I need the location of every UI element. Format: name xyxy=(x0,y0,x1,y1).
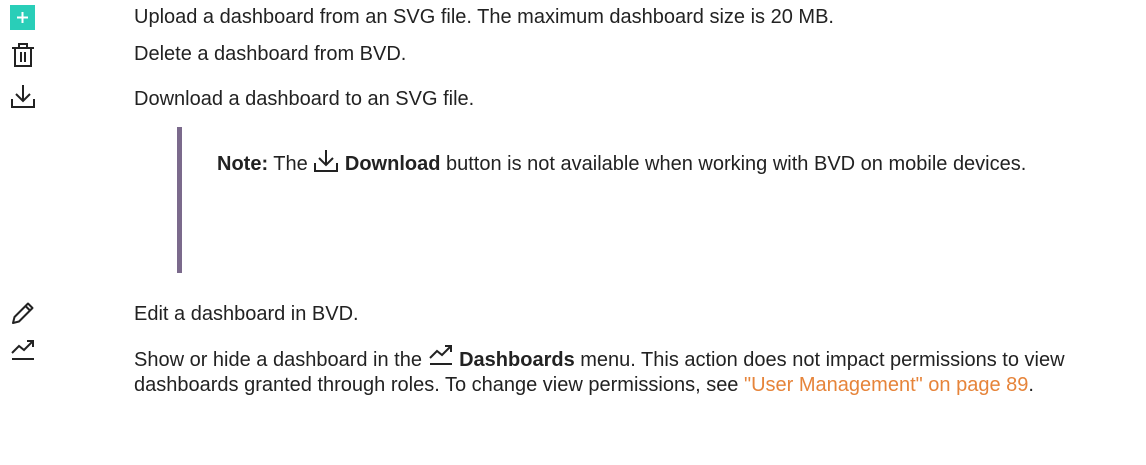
pencil-icon[interactable] xyxy=(10,300,36,326)
download-icon xyxy=(313,149,339,173)
download-description: Download a dashboard to an SVG file. xyxy=(134,88,475,110)
user-management-link[interactable]: "User Management" on page 89 xyxy=(744,374,1028,396)
show-hide-text-end: . xyxy=(1028,374,1034,396)
download-icon[interactable] xyxy=(10,83,36,109)
plus-icon[interactable] xyxy=(10,5,35,30)
note-label: Note: xyxy=(217,153,269,175)
note-text: Note: The Download button is not availab… xyxy=(217,149,1087,179)
upload-description: Upload a dashboard from an SVG file. The… xyxy=(134,6,834,28)
show-hide-text-before: Show or hide a dashboard in the xyxy=(134,349,428,371)
show-hide-description: Show or hide a dashboard in the Dashboar… xyxy=(134,345,1134,398)
trend-chart-icon xyxy=(428,345,454,369)
trash-icon[interactable] xyxy=(10,42,36,68)
delete-description: Delete a dashboard from BVD. xyxy=(134,43,407,65)
trend-chart-icon[interactable] xyxy=(10,338,36,364)
note-callout: Note: The Download button is not availab… xyxy=(177,127,1122,273)
edit-description: Edit a dashboard in BVD. xyxy=(134,303,359,325)
note-text-before: The xyxy=(268,153,314,175)
dashboards-menu-label: Dashboards xyxy=(459,349,575,371)
note-button-label: Download xyxy=(344,153,441,175)
note-text-after: button is not available when working wit… xyxy=(440,153,1027,175)
